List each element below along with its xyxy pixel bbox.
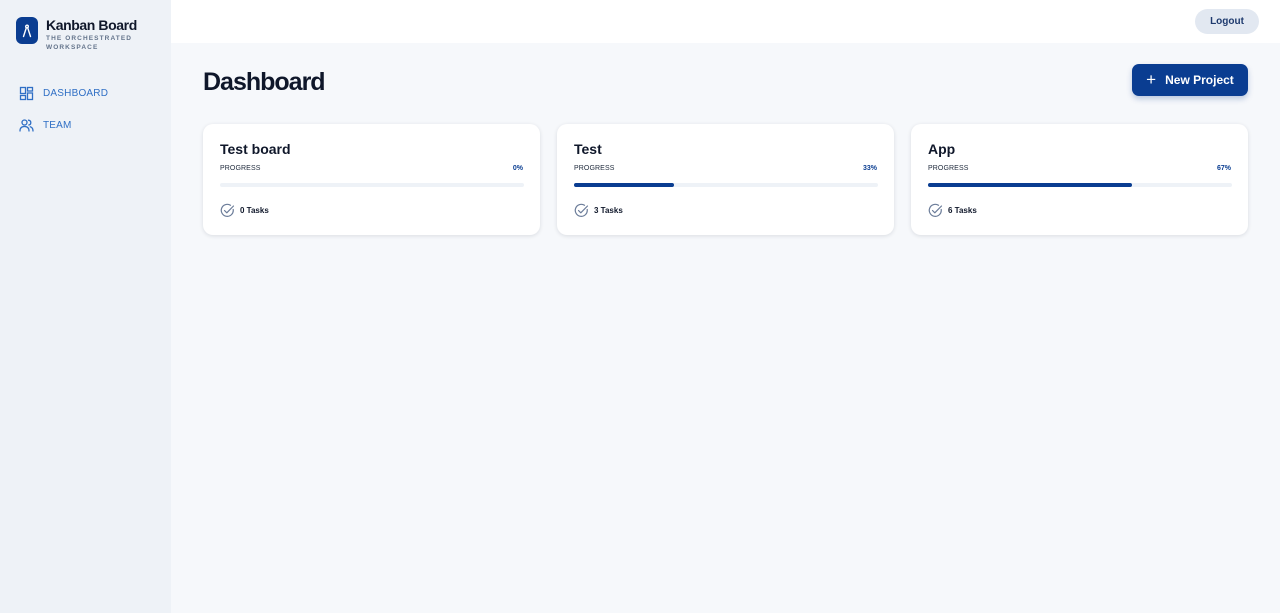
project-title: App <box>928 141 956 157</box>
users-icon <box>19 118 34 133</box>
task-count-label: 0 Tasks <box>240 206 269 215</box>
progress-label: PROGRESS <box>928 165 969 172</box>
sidebar-item-label: DASHBOARD <box>43 88 109 99</box>
progress-fill <box>928 183 1132 187</box>
new-project-button[interactable]: + New Project <box>1132 64 1248 96</box>
progress-bar <box>220 183 524 187</box>
progress-fill <box>574 183 675 187</box>
task-count: 6 Tasks <box>928 203 977 218</box>
progress-label: PROGRESS <box>220 165 261 172</box>
progress-bar <box>574 183 878 187</box>
page-title: Dashboard <box>203 68 326 96</box>
project-title: Test board <box>220 141 291 157</box>
project-card[interactable]: Test PROGRESS 33% 3 Tasks <box>557 124 894 235</box>
task-count-label: 3 Tasks <box>594 206 623 215</box>
progress-label: PROGRESS <box>574 165 615 172</box>
progress-percent: 0% <box>512 165 523 172</box>
app-subtitle: THE ORCHESTRATED WORKSPACE <box>46 35 133 51</box>
project-card[interactable]: App PROGRESS 67% 6 Tasks <box>911 124 1248 235</box>
plus-icon: + <box>1146 70 1157 89</box>
task-count: 3 Tasks <box>574 203 623 218</box>
new-project-label: New Project <box>1165 73 1234 87</box>
dashboard-grid-icon <box>19 86 34 101</box>
progress-bar <box>928 183 1232 187</box>
project-title: Test <box>574 141 602 157</box>
progress-percent: 67% <box>1216 165 1231 172</box>
check-circle-icon <box>220 203 235 218</box>
top-bar: Logout <box>171 0 1280 43</box>
compass-icon <box>16 17 38 44</box>
sidebar: Kanban Board THE ORCHESTRATED WORKSPACE … <box>0 0 171 613</box>
project-card[interactable]: Test board PROGRESS 0% 0 Tasks <box>203 124 540 235</box>
task-count-label: 6 Tasks <box>948 206 977 215</box>
progress-percent: 33% <box>862 165 877 172</box>
task-count: 0 Tasks <box>220 203 269 218</box>
check-circle-icon <box>574 203 589 218</box>
sidebar-item-dashboard[interactable]: DASHBOARD <box>19 86 108 101</box>
sidebar-item-label: TEAM <box>43 120 72 131</box>
brand: Kanban Board THE ORCHESTRATED WORKSPACE <box>16 17 137 52</box>
sidebar-item-team[interactable]: TEAM <box>19 118 72 133</box>
logout-button[interactable]: Logout <box>1195 9 1259 34</box>
app-title: Kanban Board <box>46 17 137 33</box>
check-circle-icon <box>928 203 943 218</box>
